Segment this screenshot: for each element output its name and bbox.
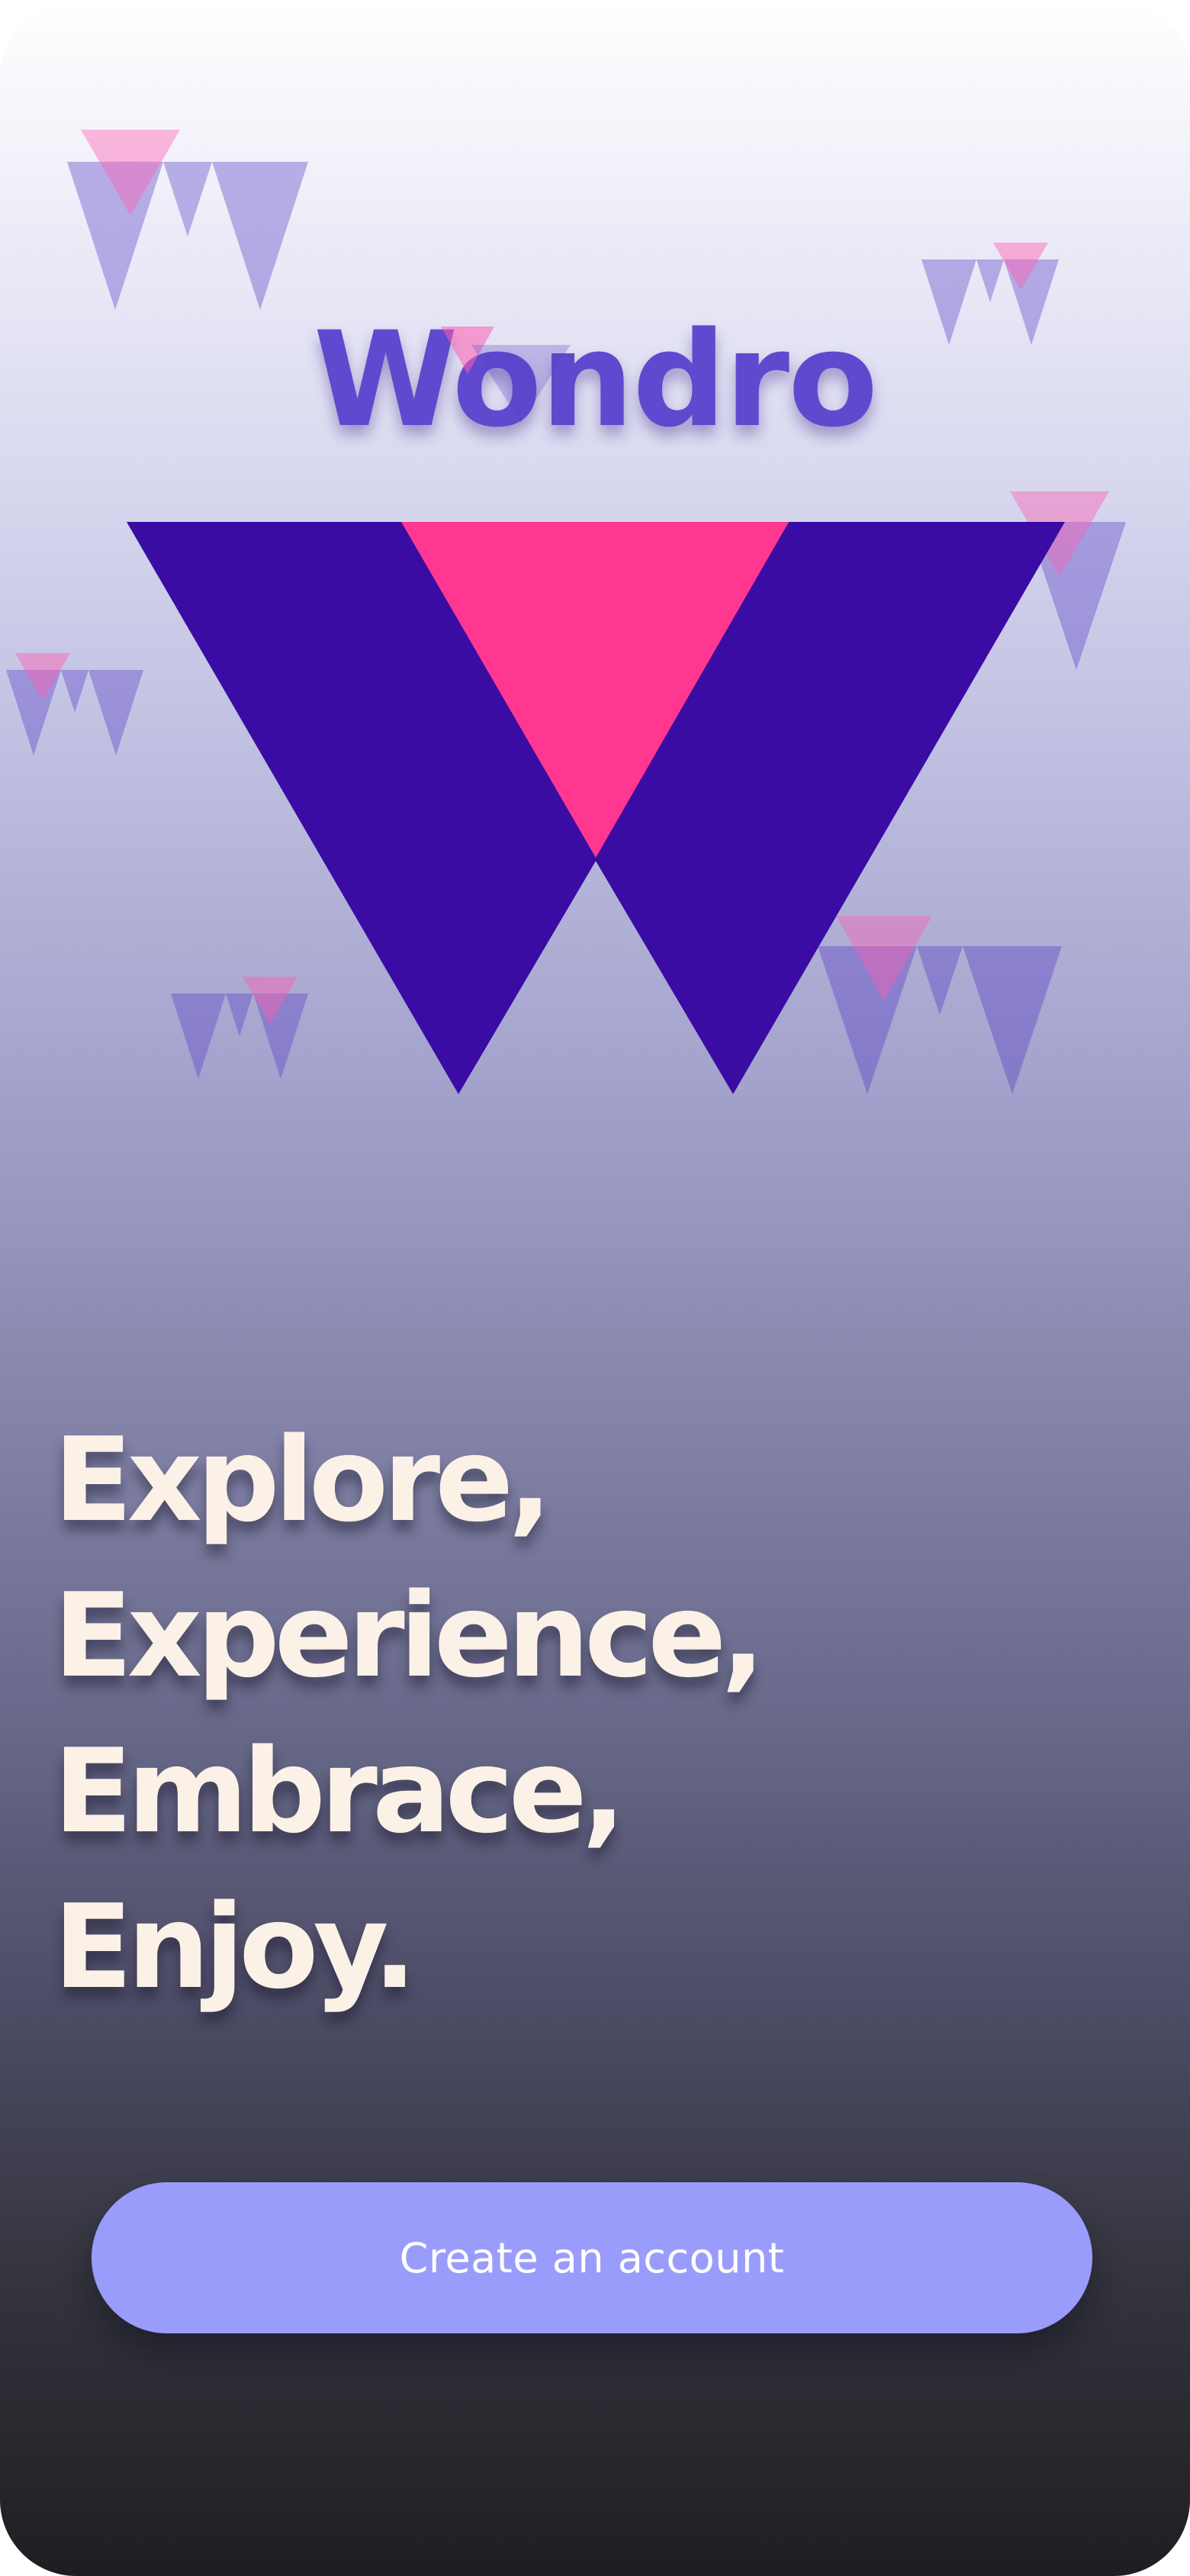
brand-wordmark: Wondro [313, 303, 878, 456]
splash-screen: Wondro Explore, Experience, Embrace, Enj… [0, 0, 1190, 2576]
w-logo-icon [127, 522, 1065, 1094]
tagline-headline: Explore, Experience, Embrace, Enjoy. [53, 1402, 765, 2025]
decorative-w-logo-icon [67, 130, 308, 310]
create-account-button[interactable]: Create an account [92, 2182, 1092, 2333]
headline-line: Embrace, [53, 1724, 626, 1859]
headline-line: Enjoy. [53, 1879, 416, 2014]
headline-line: Explore, [53, 1412, 552, 1547]
headline-line: Experience, [53, 1568, 765, 1703]
decorative-w-logo-icon [6, 653, 143, 755]
wordmark-w-accent-icon [441, 327, 571, 423]
